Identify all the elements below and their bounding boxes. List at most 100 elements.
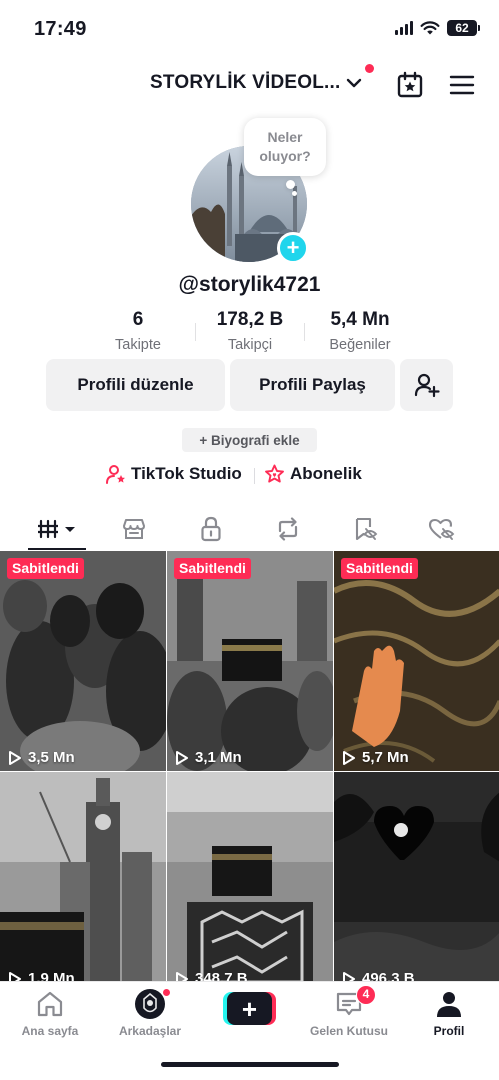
- plus-icon: +: [227, 992, 272, 1025]
- view-count: 3,5 Mn: [8, 749, 75, 766]
- account-switcher[interactable]: STORYLİK VİDEOL...: [150, 64, 375, 94]
- nav-inbox[interactable]: 4 Gelen Kutusu: [304, 985, 394, 1038]
- add-friend-button[interactable]: [400, 359, 453, 411]
- add-bio-button[interactable]: + Biyografi ekle: [182, 428, 317, 452]
- add-story-button[interactable]: +: [277, 232, 309, 264]
- view-count-text: 3,5 Mn: [28, 749, 75, 766]
- profile-person-icon: [437, 992, 461, 1017]
- wifi-icon: [420, 20, 440, 34]
- video-tile[interactable]: 496,3 B: [334, 772, 499, 981]
- bookmark-hidden-icon: [355, 517, 378, 541]
- video-thumbnail: [0, 551, 166, 771]
- view-count-text: 5,7 Mn: [362, 749, 409, 766]
- subscription-link[interactable]: Abonelik: [264, 464, 362, 484]
- profile-links: TikTok Studio Abonelik: [0, 464, 499, 488]
- note-text-line2: oluyor?: [259, 148, 311, 164]
- profile-stats: 6 Takipte 178,2 B Takipçi 5,4 Mn Beğenil…: [100, 309, 400, 355]
- tab-videos[interactable]: [28, 508, 86, 550]
- stat-divider: [195, 323, 196, 341]
- video-tile[interactable]: Sabitlendi 3,5 Mn: [0, 551, 166, 771]
- nav-friends[interactable]: Arkadaşlar: [105, 988, 195, 1038]
- inbox-badge: 4: [356, 985, 376, 1005]
- view-count-text: 3,1 Mn: [195, 749, 242, 766]
- play-icon: [9, 750, 21, 765]
- create-button[interactable]: +: [223, 992, 276, 1025]
- notification-dot: [162, 988, 171, 997]
- play-icon: [9, 971, 21, 981]
- signal-icon: [395, 21, 413, 35]
- view-count: 1,9 Mn: [8, 970, 75, 981]
- video-grid: Sabitlendi 3,5 Mn Sabitlendi 3,1 Mn Sabi…: [0, 551, 499, 981]
- profile-header: STORYLİK VİDEOL...: [0, 62, 499, 108]
- tab-private[interactable]: [185, 508, 237, 550]
- tab-saved[interactable]: [340, 508, 392, 550]
- chevron-down-icon: [347, 78, 362, 88]
- home-indicator: [161, 1062, 339, 1067]
- nav-label: Arkadaşlar: [118, 1024, 182, 1038]
- home-icon: [37, 991, 63, 1017]
- calendar-star-icon: [397, 71, 423, 98]
- share-profile-button[interactable]: Profili Paylaş: [230, 359, 395, 411]
- link-divider: [254, 468, 255, 484]
- note-text-line1: Neler: [267, 129, 303, 145]
- view-count: 5,7 Mn: [342, 749, 409, 766]
- stat-label: Takipçi: [227, 337, 273, 353]
- nav-label: Profil: [433, 1024, 465, 1038]
- nav-home[interactable]: Ana sayfa: [5, 988, 95, 1038]
- stat-value: 178,2 B: [216, 309, 284, 330]
- video-tile[interactable]: 348,7 B: [167, 772, 333, 981]
- note-bubble-tail-small: [292, 191, 297, 196]
- active-tab-indicator: [28, 548, 86, 550]
- stat-likes[interactable]: 5,4 Mn Beğeniler: [318, 309, 402, 353]
- play-icon: [343, 750, 355, 765]
- stat-label: Beğeniler: [329, 337, 391, 353]
- username: @storylik4721: [178, 273, 321, 296]
- video-thumbnail: [0, 772, 166, 981]
- nav-label: Ana sayfa: [21, 1024, 79, 1038]
- tab-shop[interactable]: [108, 508, 160, 550]
- video-thumbnail: [167, 551, 333, 771]
- stat-value: 6: [132, 309, 144, 330]
- play-icon: [176, 971, 188, 981]
- nav-label: Gelen Kutusu: [309, 1024, 388, 1038]
- person-star-icon: [106, 465, 125, 484]
- repost-icon: [278, 517, 298, 541]
- notification-dot: [365, 64, 375, 73]
- add-person-icon: [414, 373, 440, 398]
- nav-profile[interactable]: Profil: [404, 988, 494, 1038]
- stat-divider: [304, 323, 305, 341]
- account-name: STORYLİK VİDEOL...: [150, 72, 341, 93]
- menu-button[interactable]: [447, 70, 477, 100]
- video-thumbnail: [334, 772, 499, 981]
- tab-liked[interactable]: [416, 508, 468, 550]
- status-icons: 62: [395, 20, 480, 36]
- battery-indicator: 62: [447, 20, 480, 36]
- edit-profile-button[interactable]: Profili düzenle: [46, 359, 225, 411]
- link-label: TikTok Studio: [131, 464, 242, 483]
- note-bubble-tail: [286, 180, 295, 189]
- shop-icon: [123, 519, 145, 539]
- video-thumbnail: [167, 772, 333, 981]
- video-tile[interactable]: Sabitlendi 3,1 Mn: [167, 551, 333, 771]
- status-time: 17:49: [34, 18, 87, 40]
- stat-followers[interactable]: 178,2 B Takipçi: [205, 309, 295, 353]
- profile-tabs: [0, 508, 499, 550]
- video-thumbnail: [334, 551, 499, 771]
- note-bubble[interactable]: Neler oluyor?: [244, 118, 326, 176]
- tiktok-studio-link[interactable]: TikTok Studio: [106, 464, 242, 484]
- grid-bars-icon: [38, 519, 75, 539]
- stat-following[interactable]: 6 Takipte: [100, 309, 176, 353]
- link-label: Abonelik: [290, 464, 362, 483]
- view-count-text: 1,9 Mn: [28, 970, 75, 981]
- stat-label: Takipte: [115, 337, 161, 353]
- video-tile[interactable]: 1,9 Mn: [0, 772, 166, 981]
- heart-hidden-icon: [428, 518, 455, 540]
- view-count: 3,1 Mn: [175, 749, 242, 766]
- calendar-star-button[interactable]: [395, 70, 425, 100]
- stat-value: 5,4 Mn: [330, 309, 390, 330]
- tab-reposts[interactable]: [262, 508, 314, 550]
- play-icon: [343, 971, 355, 981]
- video-tile[interactable]: Sabitlendi 5,7 Mn: [334, 551, 499, 771]
- lock-icon: [201, 516, 221, 542]
- star-heart-icon: [265, 464, 284, 483]
